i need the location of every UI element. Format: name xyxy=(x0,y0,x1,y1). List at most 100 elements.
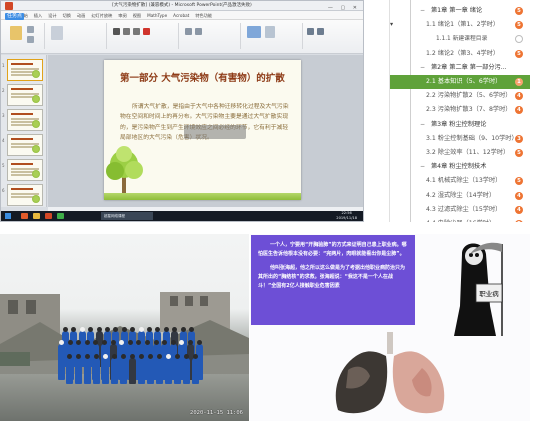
menu-item[interactable]: 动画 xyxy=(77,13,85,18)
grim-reaper-icon: 职业病 xyxy=(454,242,503,336)
cut-icon[interactable] xyxy=(27,26,34,33)
paste-icon[interactable] xyxy=(10,26,22,40)
outline-lesson[interactable]: 4.4 电除尘器（16学时） 5 xyxy=(390,217,530,222)
powerpoint-logo-icon xyxy=(5,2,13,10)
quote-paragraph-2: 他叫张海超，他之所以这么做是为了考据出他职业病防治只为其所出的“胸结核”的求救。… xyxy=(258,264,406,290)
window-controls[interactable]: — ▢ ✕ xyxy=(328,3,360,13)
menu-item[interactable]: 插入 xyxy=(34,13,42,18)
outline-label: 1.1.1 新建课程目录 xyxy=(436,36,488,43)
worker-figure xyxy=(84,354,91,384)
photo-date-stamp: 2020-11-15 11:06 xyxy=(190,410,243,416)
underline-icon[interactable] xyxy=(133,28,140,35)
current-slide[interactable]: 第一部分 大气污染物（有害物）的扩散 所谓大气扩散，是指由于大气中各种迁移转化过… xyxy=(104,60,301,200)
menu-item[interactable]: 设计 xyxy=(48,13,56,18)
outline-lesson[interactable]: 2.2 污染物扩散2（5、6学时） 4 xyxy=(390,89,530,103)
task-count-badge: 5 xyxy=(515,21,523,30)
outline-label: 第3章 粉尘控制理论 xyxy=(431,120,487,128)
worker-figure xyxy=(147,354,154,384)
outline-lesson[interactable]: 1.2 绪论2（第3、4学时） 5 xyxy=(390,47,530,61)
menu-item[interactable]: 幻灯片放映 xyxy=(91,13,112,18)
menu-item[interactable]: 审阅 xyxy=(118,13,126,18)
menu-item[interactable]: Acrobat xyxy=(173,13,189,18)
quote-panel: 一个人，宁要用“开胸验肺”的方式来证明自己患上职业病。哪怕医生告诉他根本没有必要… xyxy=(251,235,415,325)
arrange-icon[interactable] xyxy=(265,26,275,38)
task-count-badge: 4 xyxy=(515,191,523,200)
course-outline: − 第1章 第一章 绪论 5 ▾ 1.1 绪论1（第1、2学时） 5 1.1.1 新建课程目… xyxy=(389,0,530,222)
outline-label: 4.1 机械式除尘（13学时） xyxy=(426,177,502,185)
outline-label: 2.1 基本知识（5、6学时） xyxy=(426,78,502,85)
browser-icon[interactable] xyxy=(21,213,28,219)
powerpoint-window: [大气污染物扩散] (兼容模式) - Microsoft PowerPoint(… xyxy=(0,0,364,222)
outline-lesson[interactable]: 4.2 湿式除尘（14学时） 4 xyxy=(390,189,530,203)
italic-icon[interactable] xyxy=(123,28,130,35)
task-count-badge: 5 xyxy=(515,149,523,157)
slide-thumbnail[interactable] xyxy=(7,159,43,181)
task-count-badge: 4 xyxy=(515,92,523,101)
outline-chapter[interactable]: − 第1章 第一章 绪论 5 xyxy=(390,4,530,18)
quote-paragraph-1: 一个人，宁要用“开胸验肺”的方式来证明自己患上职业病。哪怕医生告诉他根本没有必要… xyxy=(258,242,407,258)
worker-figure xyxy=(156,354,163,384)
menu-item[interactable]: MathType xyxy=(147,13,167,18)
menu-item[interactable]: 切换 xyxy=(63,13,71,18)
outline-chapter[interactable]: − 第2章 第二章 第一部分污... xyxy=(390,61,530,75)
slide-thumbnail[interactable] xyxy=(7,109,43,131)
outline-lesson[interactable]: ▾ 1.1 绪论1（第1、2学时） 5 xyxy=(390,18,530,32)
outline-lesson[interactable]: 3.2 除尘效率（11、12学时） 5 xyxy=(390,146,530,160)
find-icon[interactable] xyxy=(307,28,314,35)
collapse-icon[interactable]: − xyxy=(420,4,425,18)
worker-figure xyxy=(58,340,65,380)
collapse-icon[interactable]: − xyxy=(420,61,425,75)
thumb-number: 4 xyxy=(2,138,5,143)
folder-icon[interactable] xyxy=(33,213,40,219)
menu-item[interactable]: 特色功能 xyxy=(195,13,212,18)
replace-icon[interactable] xyxy=(317,28,324,35)
collapse-icon[interactable]: − xyxy=(420,118,425,132)
worker-figure xyxy=(183,354,190,384)
align-left-icon[interactable] xyxy=(185,28,192,35)
menu-item[interactable]: 视图 xyxy=(133,13,141,18)
outline-lesson[interactable]: 2.1 基本知识（5、6学时） 1 xyxy=(390,75,530,89)
slide-thumbnail[interactable] xyxy=(7,84,43,106)
font-color-icon[interactable] xyxy=(143,28,150,35)
outline-lesson[interactable]: 3.1 粉尘控制基础（9、10学时） 3 xyxy=(390,132,530,146)
window-titlebar: [大气污染物扩散] (兼容模式) - Microsoft PowerPoint(… xyxy=(1,1,363,11)
worker-figure xyxy=(111,354,118,384)
outline-label: 2.3 污染物扩散3（7、8学时） xyxy=(426,106,512,114)
task-count-badge: 5 xyxy=(515,7,523,15)
slide-thumbnail[interactable] xyxy=(7,184,43,206)
slide-thumbnail[interactable] xyxy=(7,59,43,81)
collage: [大气污染物扩散] (兼容模式) - Microsoft PowerPoint(… xyxy=(0,0,537,430)
collapse-icon[interactable]: − xyxy=(420,160,425,174)
task-point-badge: 任务点 xyxy=(5,13,25,20)
outline-label: 4.4 电除尘器（16学时） xyxy=(426,217,495,222)
shapes-icon[interactable] xyxy=(247,26,261,38)
start-button-icon[interactable] xyxy=(5,213,11,219)
menu-bar: 文件开始插入设计切换动画幻灯片放映审阅视图MathTypeAcrobat特色功能 xyxy=(1,11,363,20)
outline-chapter[interactable]: − 第4章 粉尘控制技术 xyxy=(390,160,530,174)
outline-label: 3.1 粉尘控制基础（9、10学时） xyxy=(426,134,518,142)
outline-lesson[interactable]: 1.1.1 新建课程目录 xyxy=(390,32,530,46)
chat-icon[interactable] xyxy=(57,213,64,219)
task-count-badge: 1 xyxy=(515,78,523,86)
thumb-number: 2 xyxy=(2,88,5,93)
chevron-down-icon[interactable]: ▾ xyxy=(390,21,393,28)
taskbar-app-button[interactable]: 超星网络课程 xyxy=(101,212,153,220)
bold-icon[interactable] xyxy=(113,28,120,35)
align-center-icon[interactable] xyxy=(195,28,202,35)
slide-thumbnail[interactable] xyxy=(7,134,43,156)
worker-figure xyxy=(102,354,109,384)
thumb-number: 6 xyxy=(2,188,5,193)
outline-chapter[interactable]: − 第3章 粉尘控制理论 xyxy=(390,118,530,132)
new-slide-icon[interactable] xyxy=(51,26,63,40)
lungs-image xyxy=(335,332,445,414)
outline-lesson[interactable]: 4.1 机械式除尘（13学时） 5 xyxy=(390,174,530,188)
task-count-badge: 4 xyxy=(515,205,523,214)
copy-icon[interactable] xyxy=(27,36,34,43)
task-count-badge: 5 xyxy=(515,177,523,186)
task-count-badge: 3 xyxy=(515,134,523,143)
clock-date: 2019/11/18 xyxy=(336,216,357,220)
outline-lesson[interactable]: 2.3 污染物扩散3（7、8学时） 4 xyxy=(390,103,530,117)
powerpoint-icon[interactable] xyxy=(45,213,52,219)
group-photo: 2020-11-15 11:06 xyxy=(0,234,249,421)
outline-lesson[interactable]: 4.3 过滤式除尘（15学时） 4 xyxy=(390,203,530,217)
